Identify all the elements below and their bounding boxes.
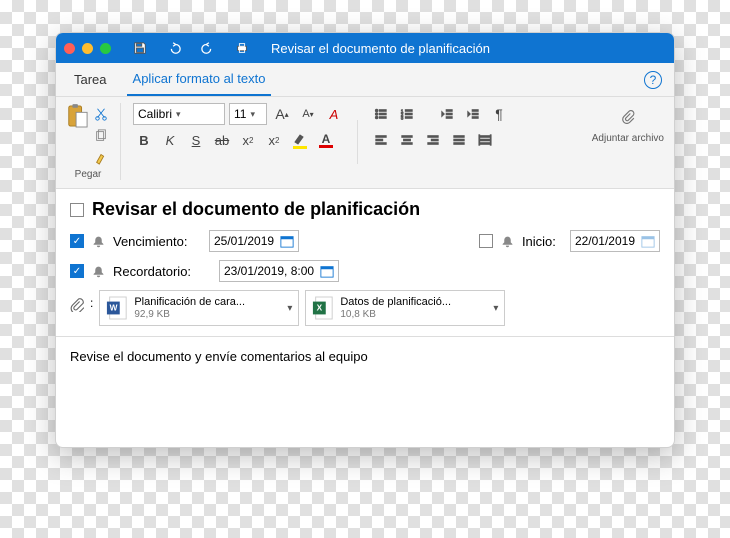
reminder-enabled-checkbox[interactable]: ✓ <box>70 264 84 278</box>
chevron-down-icon[interactable]: ▾ <box>493 303 498 314</box>
show-marks-icon[interactable]: ¶ <box>488 103 510 125</box>
redo-icon[interactable] <box>197 37 219 59</box>
svg-text:X: X <box>317 304 323 313</box>
tab-format-text[interactable]: Aplicar formato al texto <box>127 63 272 96</box>
titlebar: Revisar el documento de planificación <box>56 33 674 63</box>
cut-icon[interactable] <box>92 105 110 123</box>
font-name-select[interactable]: Calibri▾ <box>133 103 225 125</box>
due-label: Vencimiento: <box>113 234 201 249</box>
task-title: Revisar el documento de planificación <box>92 199 420 220</box>
font-color-icon[interactable]: A <box>315 129 337 151</box>
attachments-list: W Planificación de cara... 92,9 KB ▾ X D… <box>99 290 505 326</box>
bullets-icon[interactable] <box>370 103 392 125</box>
grow-font-icon[interactable]: A▴ <box>271 103 293 125</box>
increase-indent-icon[interactable] <box>462 103 484 125</box>
quick-access-toolbar <box>129 37 253 59</box>
distributed-icon[interactable] <box>474 129 496 151</box>
ribbon: Pegar Calibri▾ 11▾ A▴ A▾ A B K S ab x2 x <box>56 97 674 189</box>
paste-label: Pegar <box>75 169 102 180</box>
word-file-icon: W <box>106 295 128 321</box>
due-date-input[interactable]: 25/01/2019 <box>209 230 299 252</box>
attachment-name: Planificación de cara... <box>134 296 245 309</box>
font-size-value: 11 <box>234 107 246 121</box>
bold-icon[interactable]: B <box>133 129 155 151</box>
task-complete-checkbox[interactable] <box>70 203 84 217</box>
chevron-down-icon[interactable]: ▾ <box>287 303 292 314</box>
separator <box>357 120 358 164</box>
copy-icon[interactable] <box>92 127 110 145</box>
subscript-icon[interactable]: x2 <box>237 129 259 151</box>
font-name-value: Calibri <box>138 107 172 121</box>
close-icon[interactable] <box>64 43 75 54</box>
start-label: Inicio: <box>522 234 562 249</box>
tab-task[interactable]: Tarea <box>68 63 113 96</box>
task-window: Revisar el documento de planificación Ta… <box>55 32 675 448</box>
notes-body[interactable]: Revise el documento y envíe comentarios … <box>56 337 674 447</box>
paste-icon[interactable] <box>66 103 88 134</box>
bell-icon <box>501 235 514 248</box>
bell-icon <box>92 235 105 248</box>
format-painter-icon[interactable] <box>92 149 110 167</box>
attach-group: Adjuntar archivo <box>592 103 664 180</box>
attachment-item[interactable]: W Planificación de cara... 92,9 KB ▾ <box>99 290 299 326</box>
reminder-label: Recordatorio: <box>113 264 211 279</box>
window-controls <box>64 43 111 54</box>
font-size-select[interactable]: 11▾ <box>229 103 267 125</box>
help-icon[interactable]: ? <box>644 71 662 89</box>
clear-formatting-icon[interactable]: A <box>323 103 345 125</box>
underline-icon[interactable]: S <box>185 129 207 151</box>
font-group: Calibri▾ 11▾ A▴ A▾ A B K S ab x2 x2 <box>133 103 345 180</box>
start-date-input[interactable]: 22/01/2019 <box>570 230 660 252</box>
window-title: Revisar el documento de planificación <box>271 41 490 56</box>
start-date-value: 22/01/2019 <box>575 234 635 248</box>
due-date-value: 25/01/2019 <box>214 234 274 248</box>
attachment-name: Datos de planificació... <box>340 296 451 309</box>
svg-text:W: W <box>110 304 118 313</box>
align-right-icon[interactable] <box>422 129 444 151</box>
start-enabled-checkbox[interactable] <box>479 234 493 248</box>
highlight-color-icon[interactable] <box>289 129 311 151</box>
zoom-icon[interactable] <box>100 43 111 54</box>
attachment-size: 92,9 KB <box>134 309 245 320</box>
minimize-icon[interactable] <box>82 43 93 54</box>
shrink-font-icon[interactable]: A▾ <box>297 103 319 125</box>
ribbon-tabs: Tarea Aplicar formato al texto ? <box>56 63 674 97</box>
align-left-icon[interactable] <box>370 129 392 151</box>
superscript-icon[interactable]: x2 <box>263 129 285 151</box>
attach-file-icon[interactable] <box>614 103 642 131</box>
italic-icon[interactable]: K <box>159 129 181 151</box>
print-icon[interactable] <box>231 37 253 59</box>
attachments-colon: : <box>90 296 93 310</box>
reminder-value: 23/01/2019, 8:00 <box>224 264 314 278</box>
strikethrough-icon[interactable]: ab <box>211 129 233 151</box>
attachment-item[interactable]: X Datos de planificació... 10,8 KB ▾ <box>305 290 505 326</box>
save-icon[interactable] <box>129 37 151 59</box>
excel-file-icon: X <box>312 295 334 321</box>
numbering-icon[interactable]: 123 <box>396 103 418 125</box>
paragraph-group: 123 ¶ <box>370 103 510 180</box>
paperclip-icon <box>70 298 84 312</box>
due-enabled-checkbox[interactable]: ✓ <box>70 234 84 248</box>
align-center-icon[interactable] <box>396 129 418 151</box>
decrease-indent-icon[interactable] <box>436 103 458 125</box>
reminder-input[interactable]: 23/01/2019, 8:00 <box>219 260 339 282</box>
calendar-icon[interactable] <box>641 234 655 248</box>
calendar-icon[interactable] <box>280 234 294 248</box>
justify-icon[interactable] <box>448 129 470 151</box>
undo-icon[interactable] <box>163 37 185 59</box>
bell-icon <box>92 265 105 278</box>
calendar-icon[interactable] <box>320 264 334 278</box>
clipboard-group: Pegar <box>66 103 121 180</box>
svg-text:3: 3 <box>401 115 404 120</box>
attachment-size: 10,8 KB <box>340 309 451 320</box>
task-fields: Revisar el documento de planificación ✓ … <box>56 189 674 337</box>
attach-label: Adjuntar archivo <box>592 133 664 144</box>
